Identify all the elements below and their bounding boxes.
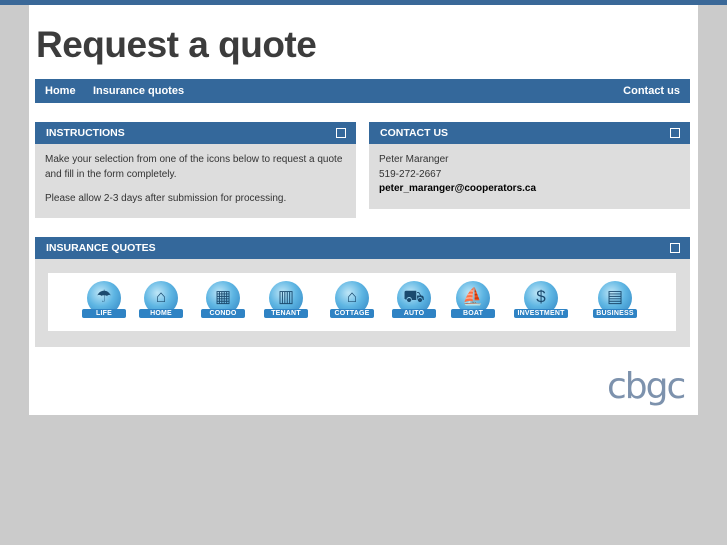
quote-label: TENANT [264, 309, 308, 318]
quote-boat-button[interactable]: ⛵ BOAT [446, 279, 500, 325]
instructions-line-2: and fill in the form completely. [45, 168, 177, 180]
quote-auto-button[interactable]: ⛟ AUTO [387, 279, 441, 325]
quote-label: BUSINESS [593, 309, 637, 318]
insurance-quotes-toggle-icon[interactable] [670, 243, 680, 253]
instructions-line-1: Make your selection from one of the icon… [45, 154, 343, 165]
quote-label: INVESTMENT [514, 309, 568, 318]
quote-label: HOME [139, 309, 183, 318]
quote-label: BOAT [451, 309, 495, 318]
contact-panel-header: CONTACT US [369, 122, 690, 144]
quote-investment-button[interactable]: $ INVESTMENT [514, 279, 568, 325]
contact-toggle-icon[interactable] [670, 128, 680, 138]
contact-name: Peter Maranger [379, 154, 449, 165]
instructions-body: Make your selection from one of the icon… [45, 153, 346, 217]
quote-label: LIFE [82, 309, 126, 318]
main-nav: Home Insurance quotes Contact us [35, 79, 690, 103]
nav-insurance-quotes-link[interactable]: Insurance quotes [93, 79, 184, 103]
page-title: Request a quote [36, 24, 317, 65]
insurance-quotes-panel-header: INSURANCE QUOTES [35, 237, 690, 259]
contact-body: Peter Maranger 519-272-2667 peter_marang… [379, 153, 680, 197]
instructions-heading: INSTRUCTIONS [46, 127, 125, 139]
quote-cottage-button[interactable]: ⌂ COTTAGE [325, 279, 379, 325]
quote-condo-button[interactable]: ▦ CONDO [196, 279, 250, 325]
insurance-quotes-panel: INSURANCE QUOTES ☂ LIFE ⌂ HOME ▦ CONDO ▥ [35, 237, 690, 347]
insurance-quotes-heading: INSURANCE QUOTES [46, 242, 156, 254]
quote-home-button[interactable]: ⌂ HOME [134, 279, 188, 325]
quote-label: CONDO [201, 309, 245, 318]
page-container: Request a quote Home Insurance quotes Co… [29, 5, 698, 415]
quote-life-button[interactable]: ☂ LIFE [77, 279, 131, 325]
instructions-panel: INSTRUCTIONS Make your selection from on… [35, 122, 356, 218]
quote-label: COTTAGE [330, 309, 374, 318]
quote-label: AUTO [392, 309, 436, 318]
quote-tenant-button[interactable]: ▥ TENANT [259, 279, 313, 325]
quote-icons-row: ☂ LIFE ⌂ HOME ▦ CONDO ▥ TENANT ⌂ COTTAGE… [48, 273, 676, 331]
contact-phone: 519-272-2667 [379, 168, 442, 180]
company-logo: cbgc [607, 366, 686, 407]
contact-heading: CONTACT US [380, 127, 449, 139]
contact-panel: CONTACT US Peter Maranger 519-272-2667 p… [369, 122, 690, 209]
instructions-toggle-icon[interactable] [336, 128, 346, 138]
instructions-line-3: Please allow 2-3 days after submission f… [45, 193, 287, 204]
instructions-panel-header: INSTRUCTIONS [35, 122, 356, 144]
contact-email-link[interactable]: peter_maranger@cooperators.ca [379, 182, 680, 197]
nav-home-link[interactable]: Home [45, 79, 76, 103]
nav-contact-us-link[interactable]: Contact us [623, 79, 680, 103]
quote-business-button[interactable]: ▤ BUSINESS [588, 279, 642, 325]
